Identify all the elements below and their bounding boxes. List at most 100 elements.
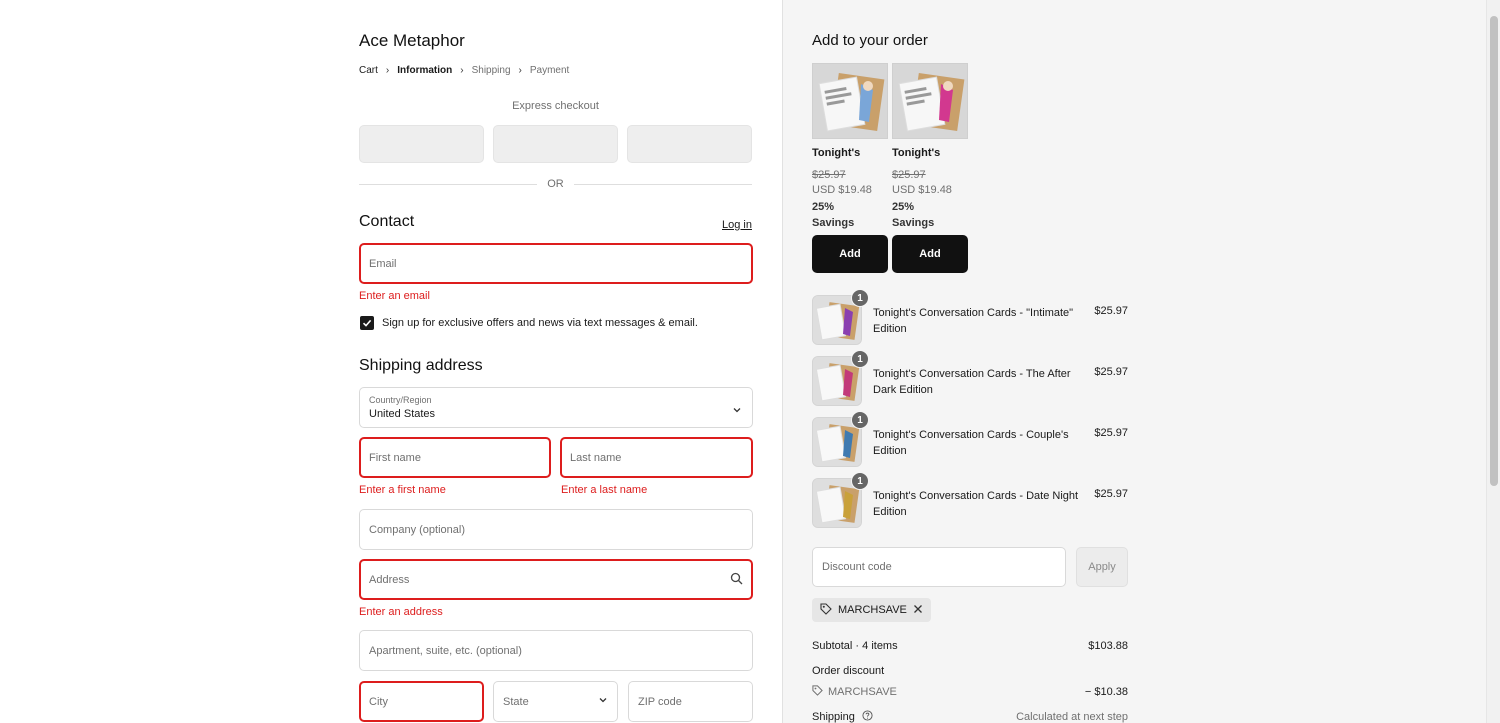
product-image bbox=[813, 64, 887, 138]
address-error: Enter an address bbox=[359, 606, 443, 618]
discount-code-text: MARCHSAVE bbox=[828, 686, 897, 698]
breadcrumb-information: Information bbox=[397, 65, 453, 76]
scrollbar[interactable] bbox=[1486, 0, 1500, 723]
cart-line-item: 1 Tonight's Conversation Cards - Couple'… bbox=[812, 411, 1128, 467]
upsell-add-button[interactable]: Add bbox=[812, 235, 888, 273]
upsell-title: Add to your order bbox=[812, 32, 928, 49]
cart-line-item: 1 Tonight's Conversation Cards - Date Ni… bbox=[812, 472, 1128, 528]
upsell-savings-label: Savings bbox=[892, 217, 935, 229]
express-checkout-buttons bbox=[359, 125, 752, 163]
quantity-badge: 1 bbox=[851, 350, 869, 368]
search-icon[interactable] bbox=[730, 572, 743, 588]
zip-placeholder: ZIP code bbox=[638, 695, 682, 708]
email-error: Enter an email bbox=[359, 290, 430, 302]
shipping-label-wrap: Shipping bbox=[812, 710, 873, 723]
upsell-old-price: $25.97 bbox=[812, 169, 846, 181]
last-name-placeholder: Last name bbox=[570, 451, 622, 464]
upsell-item: Tonight's $25.97 USD $19.48 25% Savings … bbox=[812, 63, 888, 273]
signup-checkbox-row[interactable]: Sign up for exclusive offers and news vi… bbox=[360, 316, 698, 330]
chevron-down-icon bbox=[598, 695, 608, 708]
close-icon[interactable] bbox=[913, 604, 923, 617]
upsell-add-button[interactable]: Add bbox=[892, 235, 968, 273]
cart-item-title: Tonight's Conversation Cards - Date Nigh… bbox=[873, 490, 1079, 518]
breadcrumb: Cart › Information › Shipping › Payment bbox=[359, 65, 569, 76]
chevron-down-icon bbox=[732, 402, 742, 420]
chevron-right-icon: › bbox=[518, 65, 522, 76]
shipping-value: Calculated at next step bbox=[1016, 711, 1128, 723]
upsell-savings-pct: 25% bbox=[812, 201, 835, 213]
checkout-form-panel: Ace Metaphor Cart › Information › Shippi… bbox=[0, 0, 782, 723]
upsell-product-image[interactable] bbox=[812, 63, 888, 139]
subtotal-value: $103.88 bbox=[1088, 640, 1128, 652]
applied-discount-code: MARCHSAVE bbox=[838, 604, 907, 616]
upsell-name: Tonight's bbox=[812, 147, 861, 159]
apply-button[interactable]: Apply bbox=[1076, 547, 1128, 587]
tag-icon bbox=[820, 602, 832, 618]
cart-item-price: $25.97 bbox=[1094, 488, 1128, 500]
country-label: Country/Region bbox=[369, 395, 432, 405]
apartment-field[interactable]: Apartment, suite, etc. (optional) bbox=[359, 630, 753, 671]
discount-code-input[interactable]: Discount code bbox=[812, 547, 1066, 587]
address-field[interactable]: Address bbox=[359, 559, 753, 600]
express-pay-button-3[interactable] bbox=[627, 125, 752, 163]
city-field[interactable]: City bbox=[359, 681, 484, 722]
zip-field[interactable]: ZIP code bbox=[628, 681, 753, 722]
email-field[interactable]: Email bbox=[359, 243, 753, 284]
upsell-product-image[interactable] bbox=[892, 63, 968, 139]
order-discount-row: Order discount bbox=[812, 665, 1128, 677]
order-discount-label: Order discount bbox=[812, 665, 885, 677]
express-pay-button-1[interactable] bbox=[359, 125, 484, 163]
state-select[interactable]: State bbox=[493, 681, 618, 722]
breadcrumb-cart[interactable]: Cart bbox=[359, 65, 378, 76]
upsell-new-price: USD $19.48 bbox=[812, 184, 872, 196]
upsell-old-price: $25.97 bbox=[892, 169, 926, 181]
contact-title: Contact bbox=[359, 213, 415, 230]
divider-line bbox=[359, 183, 538, 185]
last-name-error: Enter a last name bbox=[561, 484, 648, 496]
cart-item-price: $25.97 bbox=[1094, 305, 1128, 317]
or-divider: OR bbox=[359, 178, 752, 190]
cart-item-title: Tonight's Conversation Cards - "Intimate… bbox=[873, 307, 1074, 335]
breadcrumb-payment: Payment bbox=[529, 65, 570, 76]
quantity-badge: 1 bbox=[851, 472, 869, 490]
signup-checkbox[interactable] bbox=[360, 316, 374, 330]
shipping-address-title: Shipping address bbox=[359, 357, 483, 374]
discount-code-row: MARCHSAVE − $10.38 bbox=[812, 685, 1128, 699]
express-checkout-label: Express checkout bbox=[512, 100, 599, 112]
cart-item-price: $25.97 bbox=[1094, 427, 1128, 439]
upsell-savings-pct: 25% bbox=[892, 201, 915, 213]
company-field[interactable]: Company (optional) bbox=[359, 509, 753, 550]
company-placeholder: Company (optional) bbox=[369, 523, 465, 536]
check-icon bbox=[362, 319, 372, 327]
country-select[interactable]: Country/Region United States bbox=[359, 387, 753, 428]
upsell-item: Tonight's $25.97 USD $19.48 25% Savings … bbox=[892, 63, 968, 273]
product-image bbox=[893, 64, 967, 138]
discount-value: − $10.38 bbox=[1084, 686, 1128, 698]
state-placeholder: State bbox=[503, 695, 529, 708]
shipping-label: Shipping bbox=[812, 710, 855, 723]
express-pay-button-2[interactable] bbox=[493, 125, 618, 163]
discount-placeholder: Discount code bbox=[822, 561, 892, 573]
or-label: OR bbox=[547, 178, 564, 190]
cart-item-price: $25.97 bbox=[1094, 366, 1128, 378]
login-link[interactable]: Log in bbox=[722, 219, 752, 231]
scrollbar-thumb[interactable] bbox=[1490, 16, 1498, 486]
apartment-placeholder: Apartment, suite, etc. (optional) bbox=[369, 644, 522, 657]
help-icon[interactable] bbox=[862, 710, 873, 723]
email-placeholder: Email bbox=[369, 257, 397, 270]
applied-discount-chip: MARCHSAVE bbox=[812, 598, 931, 622]
tag-icon bbox=[812, 685, 823, 699]
subtotal-label: Subtotal · 4 items bbox=[812, 640, 898, 652]
shipping-row: Shipping Calculated at next step bbox=[812, 710, 1128, 723]
cart-line-item: 1 Tonight's Conversation Cards - The Aft… bbox=[812, 350, 1128, 406]
signup-label: Sign up for exclusive offers and news vi… bbox=[382, 317, 698, 329]
breadcrumb-shipping: Shipping bbox=[471, 65, 511, 76]
last-name-field[interactable]: Last name bbox=[560, 437, 753, 478]
quantity-badge: 1 bbox=[851, 289, 869, 307]
upsell-savings-label: Savings bbox=[812, 217, 855, 229]
country-value: United States bbox=[369, 408, 436, 420]
first-name-placeholder: First name bbox=[369, 451, 421, 464]
chevron-right-icon: › bbox=[385, 65, 390, 76]
store-name[interactable]: Ace Metaphor bbox=[359, 31, 465, 51]
first-name-field[interactable]: First name bbox=[359, 437, 551, 478]
